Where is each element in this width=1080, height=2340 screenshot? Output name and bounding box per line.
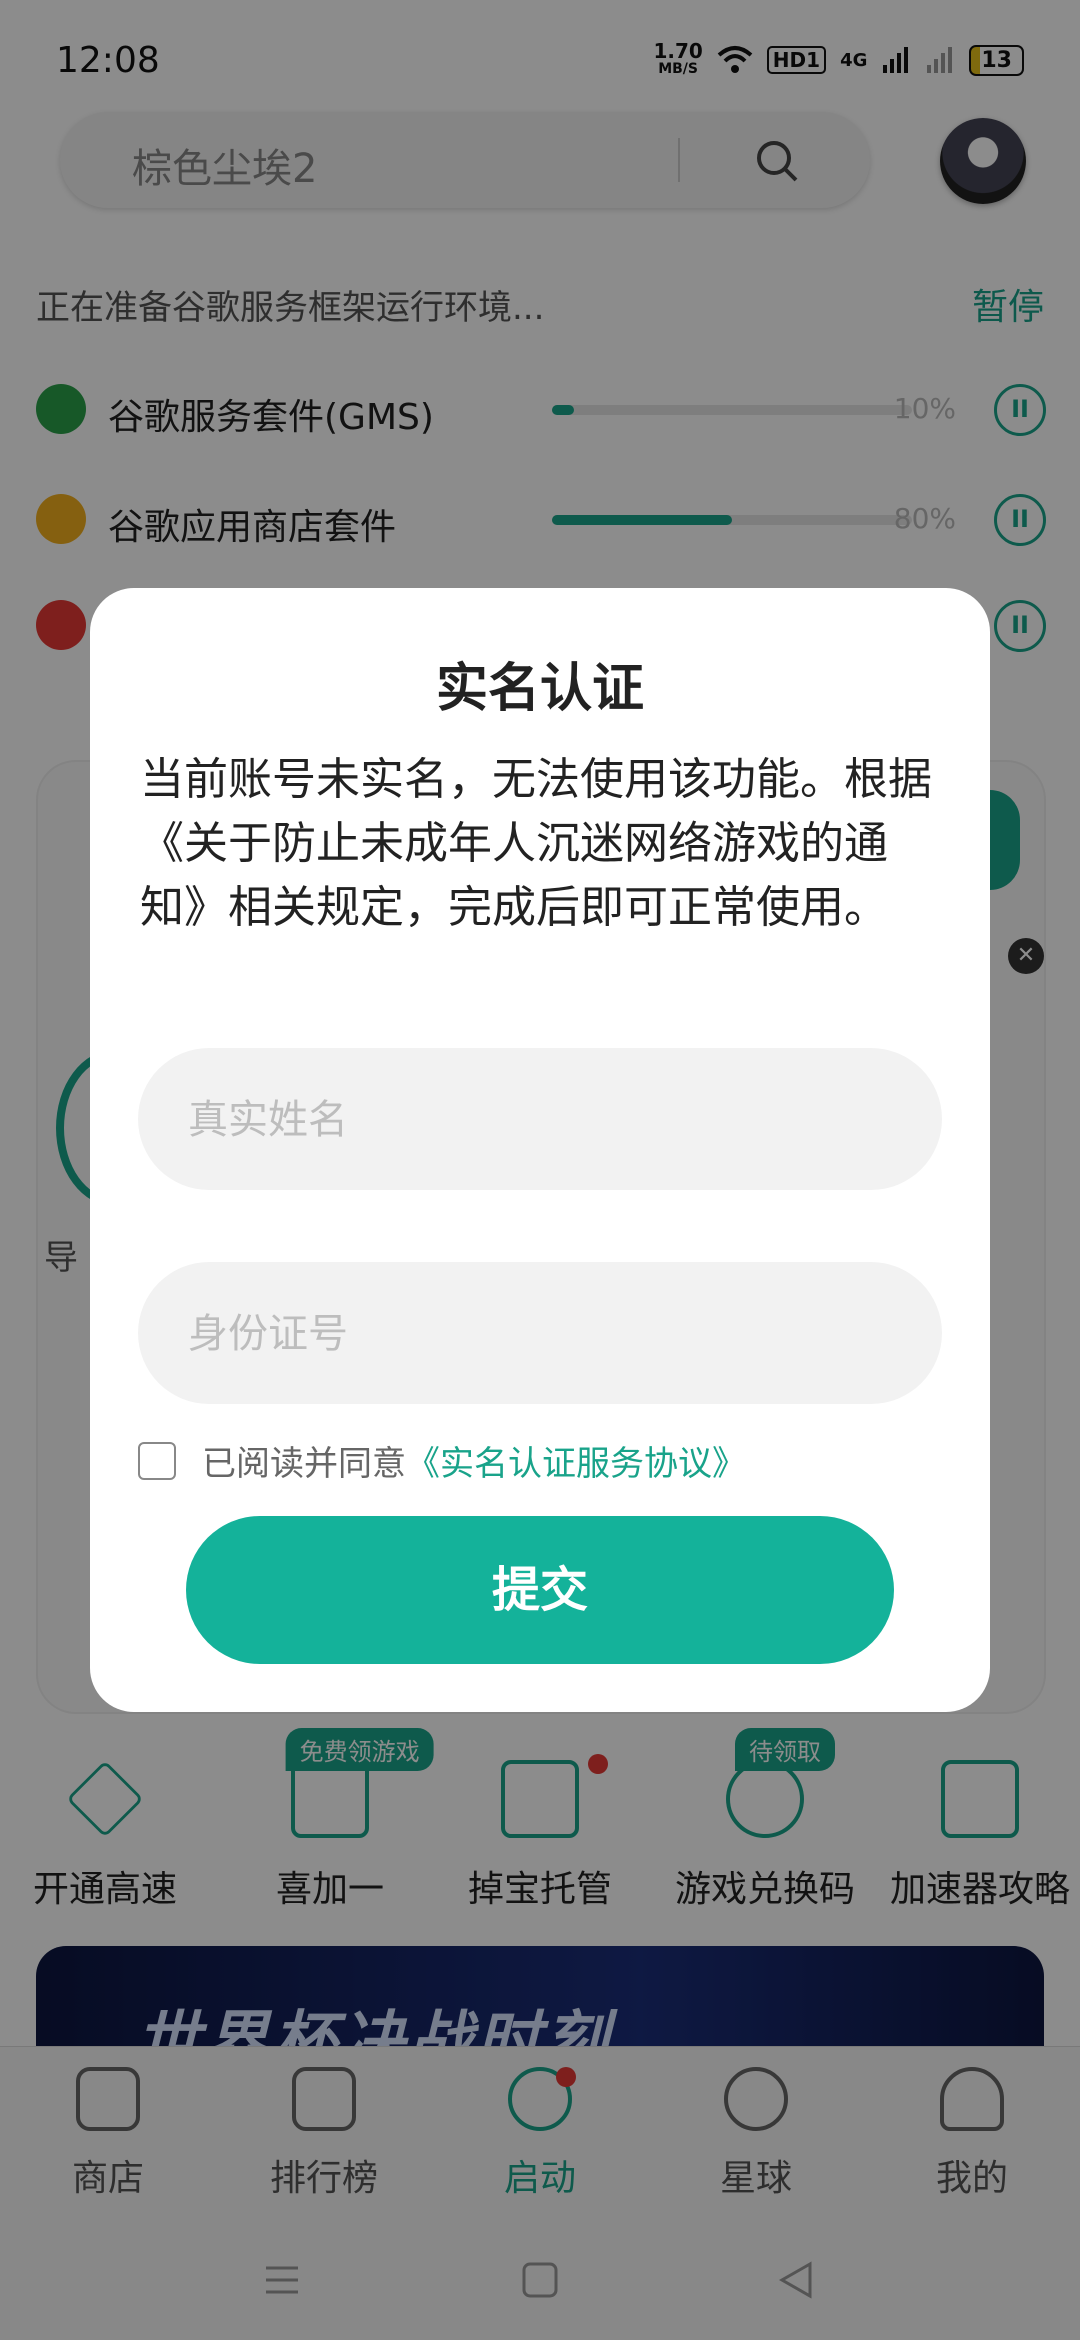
id-field[interactable] [138, 1262, 942, 1406]
dialog-message: 当前账号未实名，无法使用该功能。根据《关于防止未成年人沉迷网络游戏的通知》相关规… [140, 754, 932, 933]
agreement-row: 已阅读并同意 《实名认证服务协议》 [138, 1436, 746, 1485]
agreement-text: 已阅读并同意 [202, 1444, 406, 1484]
name-field[interactable] [138, 1048, 942, 1192]
dialog-title: 实名认证 [435, 659, 644, 719]
agreement-link[interactable]: 《实名认证服务协议》 [406, 1436, 746, 1485]
id-number-input[interactable] [186, 1262, 890, 1406]
agreement-checkbox[interactable] [138, 1441, 176, 1480]
real-name-input[interactable] [186, 1048, 890, 1192]
submit-button[interactable]: 提交 [186, 1516, 894, 1664]
real-name-dialog: 实名认证 当前账号未实名，无法使用该功能。根据《关于防止未成年人沉迷网络游戏的通… [90, 588, 990, 1712]
